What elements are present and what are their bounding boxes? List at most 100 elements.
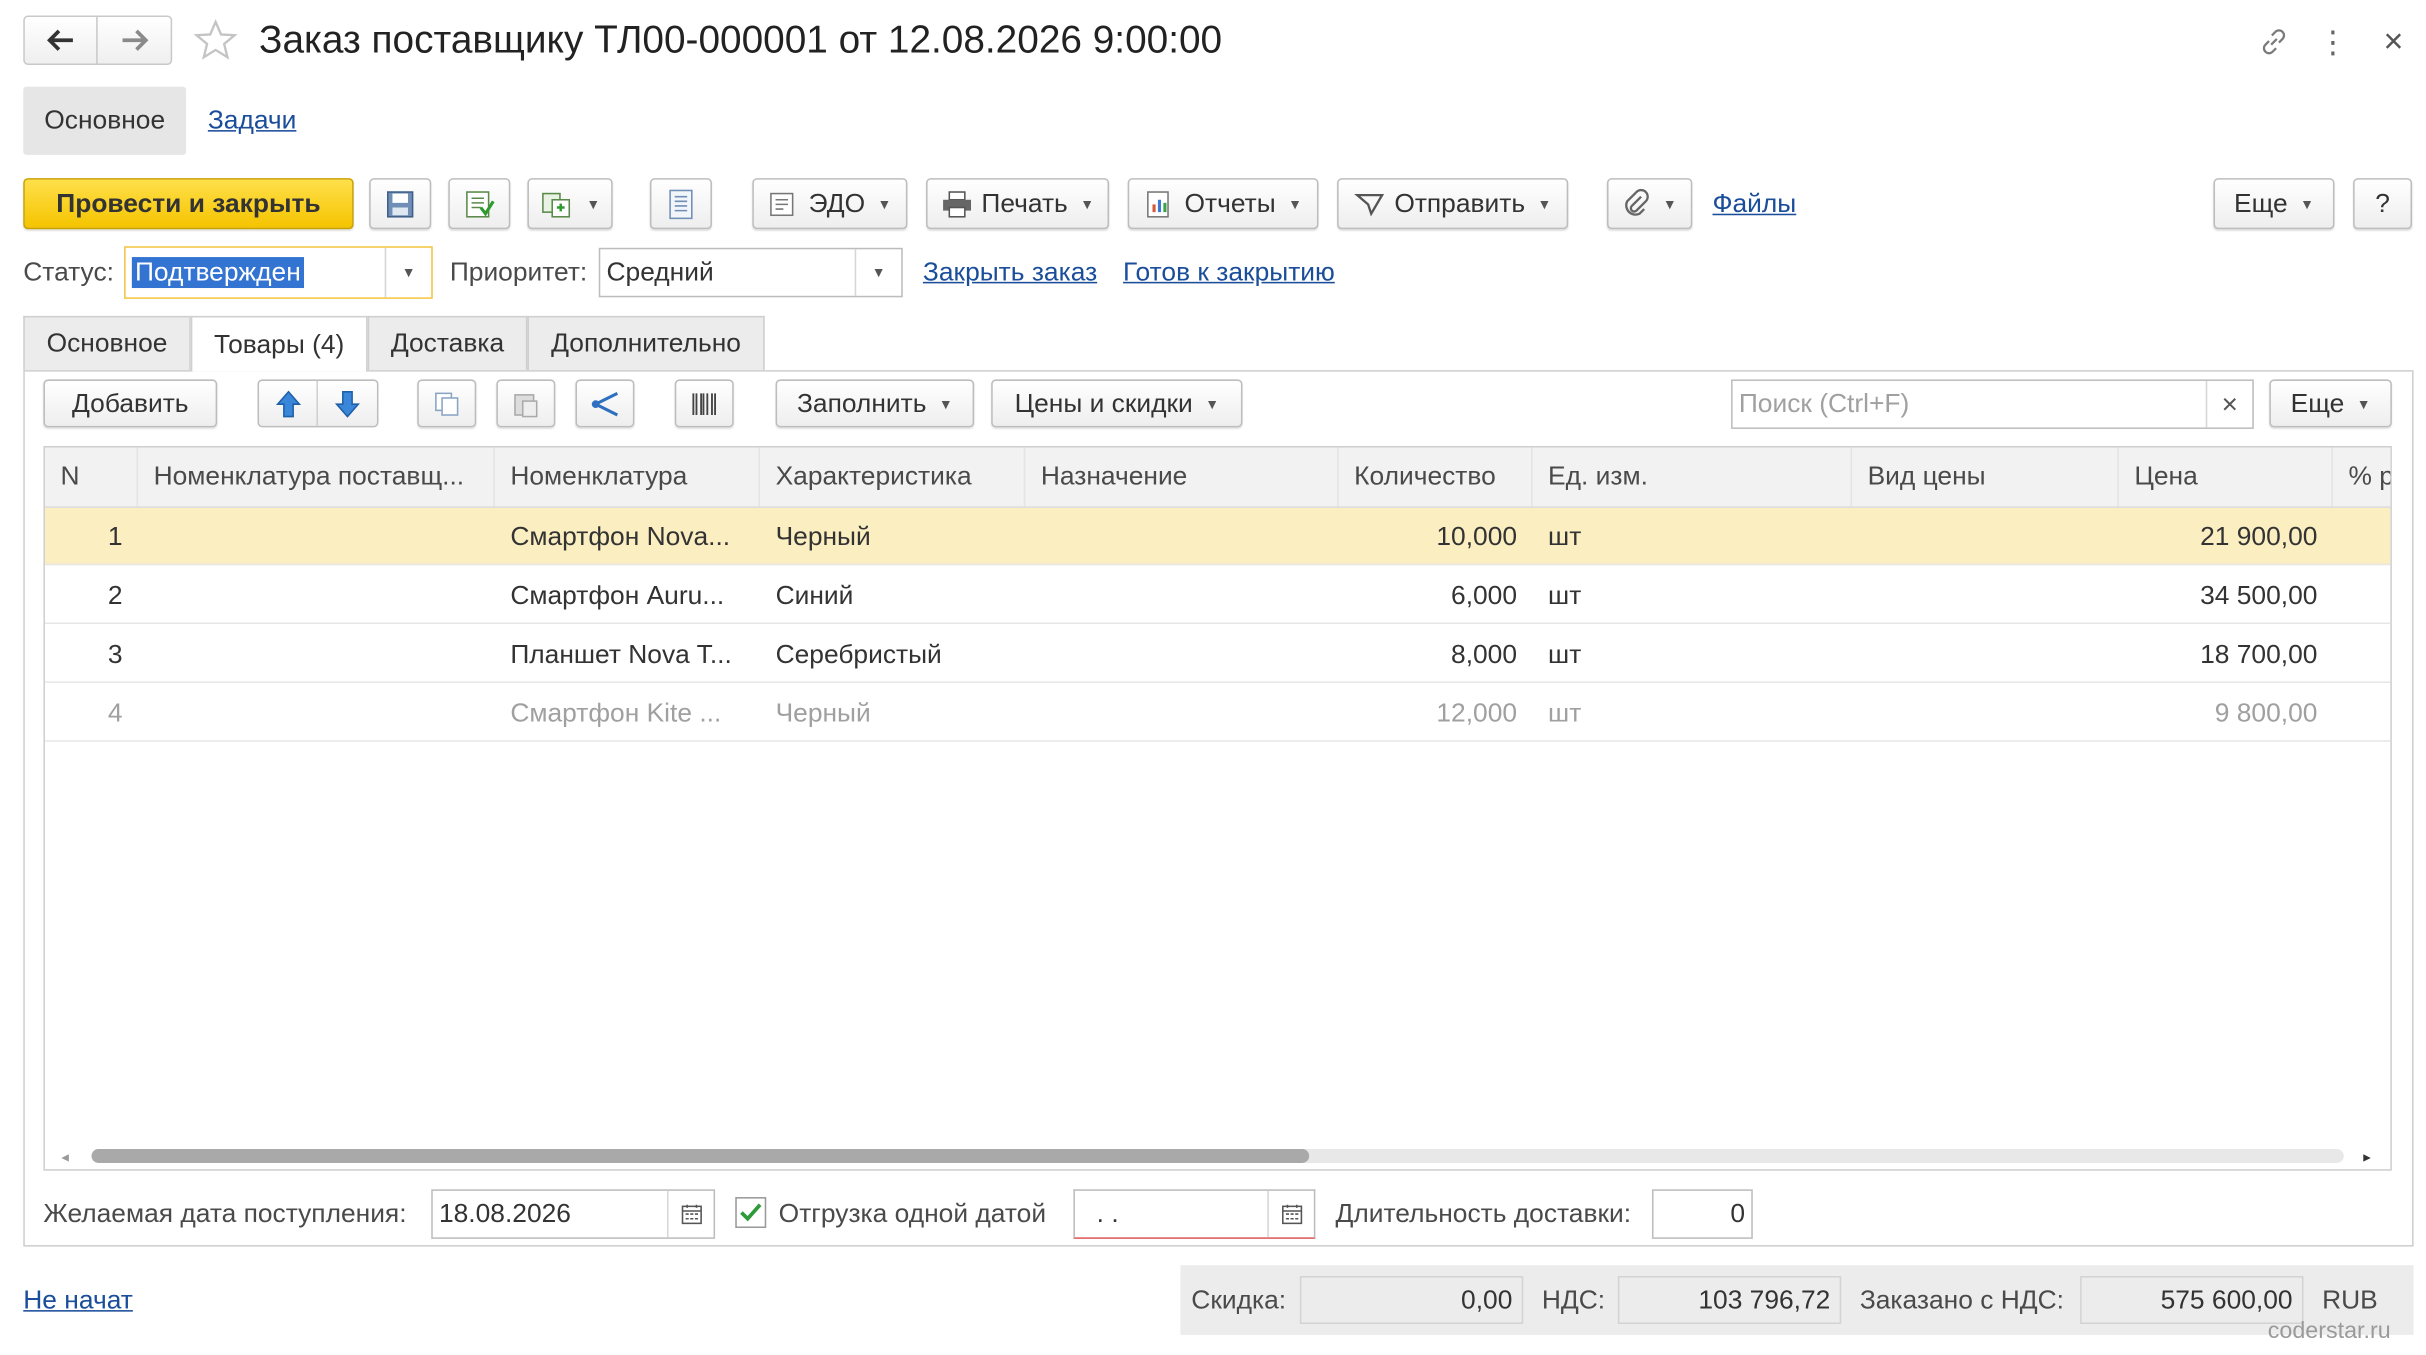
- quantity-cell[interactable]: 12,000: [1339, 684, 1533, 741]
- table-row[interactable]: 4 Смартфон Kite ... Черный 12,000 шт 9 8…: [44, 684, 2391, 742]
- column-header-price[interactable]: Цена: [2119, 447, 2333, 507]
- priority-dropdown-icon[interactable]: ▼: [854, 249, 902, 296]
- goods-more-button[interactable]: Еще ▼: [2269, 379, 2392, 428]
- quantity-cell[interactable]: 8,000: [1339, 626, 1533, 683]
- search-clear-icon[interactable]: ×: [2205, 380, 2253, 428]
- price-type-cell[interactable]: [1852, 567, 2119, 624]
- fill-button[interactable]: Заполнить ▼: [775, 379, 975, 428]
- column-header-supplier-item[interactable]: Номенклатура поставщ...: [138, 447, 495, 507]
- post-button[interactable]: [448, 178, 511, 230]
- table-row[interactable]: 2 Смартфон Auru... Синий 6,000 шт 34 500…: [44, 567, 2391, 625]
- supplier-item-cell[interactable]: [138, 626, 495, 683]
- move-down-button[interactable]: [318, 381, 377, 426]
- price-cell[interactable]: 9 800,00: [2119, 684, 2333, 741]
- purpose-cell[interactable]: [1025, 684, 1338, 741]
- scroll-right-icon[interactable]: ►: [2356, 1146, 2378, 1168]
- unit-cell[interactable]: шт: [1533, 567, 1853, 624]
- status-link[interactable]: Не начат: [23, 1285, 133, 1316]
- price-type-cell[interactable]: [1852, 508, 2119, 565]
- tab-delivery[interactable]: Доставка: [367, 315, 528, 371]
- scroll-left-icon[interactable]: ◄: [54, 1146, 76, 1168]
- link-icon[interactable]: [2252, 22, 2295, 62]
- scrollbar-thumb[interactable]: [91, 1149, 1310, 1163]
- characteristic-cell[interactable]: Черный: [760, 684, 1025, 741]
- split-line-button[interactable]: [575, 379, 635, 428]
- search-input[interactable]: Поиск (Ctrl+F) ×: [1731, 379, 2254, 429]
- files-link[interactable]: Файлы: [1712, 189, 1796, 220]
- column-header-characteristic[interactable]: Характеристика: [760, 447, 1026, 507]
- characteristic-cell[interactable]: Черный: [760, 508, 1025, 565]
- horizontal-scrollbar[interactable]: ◄ ►: [45, 1143, 2390, 1169]
- favorite-star-button[interactable]: [189, 15, 242, 65]
- item-cell[interactable]: Смартфон Kite ...: [495, 684, 760, 741]
- shipment-date-input[interactable]: . .: [1073, 1189, 1316, 1239]
- price-cell[interactable]: 34 500,00: [2119, 567, 2333, 624]
- create-based-on-button[interactable]: ▼: [527, 178, 613, 230]
- price-type-cell[interactable]: [1852, 684, 2119, 741]
- purpose-cell[interactable]: [1025, 626, 1338, 683]
- ready-to-close-link[interactable]: Готов к закрытию: [1123, 257, 1335, 288]
- nav-main[interactable]: Основное: [23, 86, 187, 155]
- calendar-icon[interactable]: [1267, 1190, 1314, 1238]
- nav-tasks-link[interactable]: Задачи: [208, 105, 297, 136]
- column-header-purpose[interactable]: Назначение: [1025, 447, 1339, 507]
- item-cell[interactable]: Планшет Nova T...: [495, 626, 760, 683]
- tab-main[interactable]: Основное: [23, 315, 191, 371]
- column-header-discount[interactable]: % р: [2333, 448, 2390, 507]
- column-header-item[interactable]: Номенклатура: [495, 447, 761, 507]
- help-button[interactable]: ?: [2353, 178, 2413, 230]
- more-vertical-icon[interactable]: ⋮: [2317, 22, 2348, 62]
- document-structure-button[interactable]: [649, 178, 712, 230]
- delivery-duration-input[interactable]: 0: [1651, 1189, 1753, 1239]
- prices-discounts-button[interactable]: Цены и скидки ▼: [991, 379, 1243, 428]
- save-button[interactable]: [369, 178, 432, 230]
- paste-button[interactable]: [496, 379, 556, 428]
- copy-button[interactable]: [417, 379, 477, 428]
- priority-select[interactable]: Средний ▼: [598, 247, 903, 298]
- column-header-n[interactable]: N: [45, 447, 139, 507]
- price-cell[interactable]: 18 700,00: [2119, 626, 2333, 683]
- quantity-cell[interactable]: 6,000: [1339, 567, 1533, 624]
- price-type-cell[interactable]: [1852, 626, 2119, 683]
- calendar-icon[interactable]: [666, 1190, 714, 1238]
- status-select[interactable]: Подтвержден ▼: [124, 246, 433, 299]
- column-header-quantity[interactable]: Количество: [1339, 447, 1533, 507]
- supplier-item-cell[interactable]: [138, 567, 495, 624]
- barcode-button[interactable]: [674, 379, 734, 428]
- edo-button[interactable]: ЭДО ▼: [752, 178, 908, 230]
- tab-additional[interactable]: Дополнительно: [527, 315, 765, 371]
- forward-button[interactable]: [98, 17, 171, 63]
- item-cell[interactable]: Смартфон Auru...: [495, 567, 760, 624]
- print-button[interactable]: Печать ▼: [926, 178, 1110, 230]
- column-header-unit[interactable]: Ед. изм.: [1533, 447, 1853, 507]
- status-dropdown-icon[interactable]: ▼: [384, 247, 432, 298]
- close-order-link[interactable]: Закрыть заказ: [923, 257, 1097, 288]
- purpose-cell[interactable]: [1025, 567, 1338, 624]
- table-row[interactable]: 3 Планшет Nova T... Серебристый 8,000 шт…: [44, 626, 2391, 683]
- attachments-button[interactable]: ▼: [1606, 178, 1693, 230]
- supplier-item-cell[interactable]: [138, 684, 495, 741]
- item-cell[interactable]: Смартфон Nova...: [495, 508, 760, 565]
- desired-date-input[interactable]: 18.08.2026: [431, 1189, 716, 1239]
- send-button[interactable]: Отправить ▼: [1337, 178, 1569, 230]
- column-header-price-type[interactable]: Вид цены: [1852, 447, 2119, 507]
- supplier-item-cell[interactable]: [138, 508, 495, 565]
- move-up-button[interactable]: [259, 380, 318, 426]
- characteristic-cell[interactable]: Серебристый: [760, 626, 1025, 683]
- more-button[interactable]: Еще ▼: [2213, 178, 2335, 230]
- unit-cell[interactable]: шт: [1533, 684, 1853, 741]
- quantity-cell[interactable]: 10,000: [1339, 508, 1533, 565]
- tab-goods[interactable]: Товары (4): [190, 315, 368, 372]
- reports-button[interactable]: Отчеты ▼: [1127, 178, 1319, 230]
- close-icon[interactable]: ×: [2373, 22, 2413, 62]
- characteristic-cell[interactable]: Синий: [760, 567, 1025, 624]
- unit-cell[interactable]: шт: [1533, 626, 1853, 683]
- add-button[interactable]: Добавить: [43, 379, 218, 428]
- price-cell[interactable]: 21 900,00: [2119, 508, 2333, 565]
- unit-cell[interactable]: шт: [1533, 508, 1853, 565]
- single-date-checkbox[interactable]: [735, 1197, 767, 1229]
- back-button[interactable]: [25, 17, 98, 64]
- purpose-cell[interactable]: [1025, 508, 1338, 565]
- table-row[interactable]: 1 Смартфон Nova... Черный 10,000 шт 21 9…: [44, 507, 2391, 566]
- post-and-close-button[interactable]: Провести и закрыть: [23, 178, 354, 230]
